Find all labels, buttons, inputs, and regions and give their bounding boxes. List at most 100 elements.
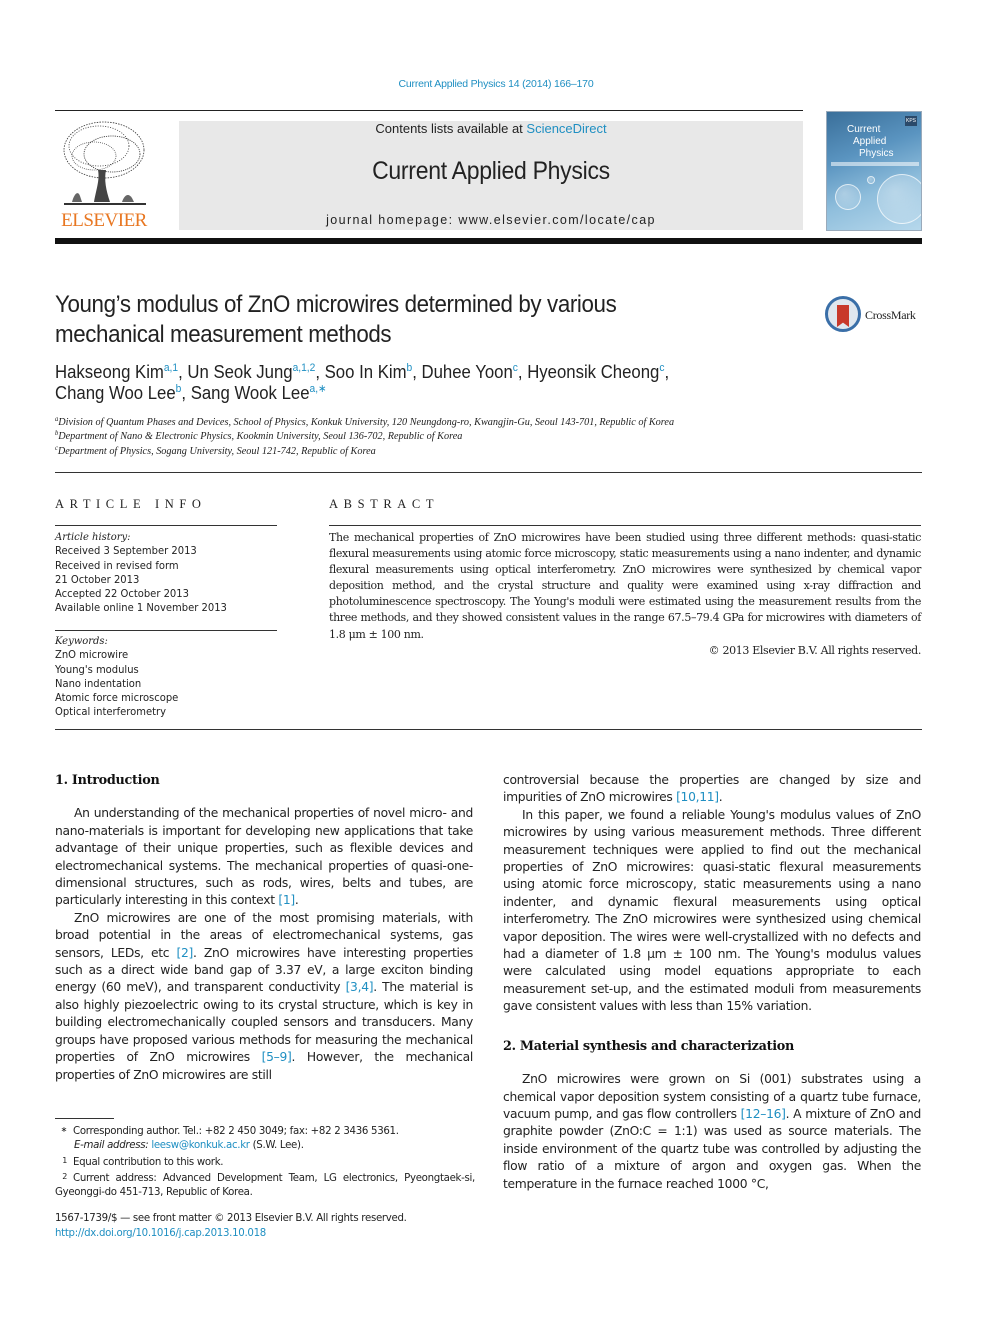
- journal-homepage[interactable]: journal homepage: www.elsevier.com/locat…: [179, 213, 803, 227]
- author-affil-link[interactable]: a,1,2: [293, 362, 316, 374]
- separator: ,: [664, 362, 670, 382]
- author-affil-link[interactable]: a,∗: [310, 383, 327, 395]
- author-line: Chang Woo Leeb, Sang Wook Leea,∗: [55, 383, 762, 404]
- header-thick-rule: [55, 238, 922, 244]
- abstract: The mechanical properties of ZnO microwi…: [329, 530, 921, 659]
- article-info-heading: ARTICLE INFO: [55, 497, 207, 511]
- paragraph: controversial because the properties are…: [503, 772, 921, 807]
- contents-prefix: Contents lists available at: [375, 121, 527, 136]
- elsevier-tree-icon: [63, 121, 146, 205]
- cover-badge: KPS: [905, 116, 917, 126]
- header-rule: [55, 110, 803, 111]
- history-item: Accepted 22 October 2013: [55, 588, 189, 601]
- separator: ,: [178, 362, 188, 382]
- divider: [55, 729, 922, 730]
- author-name[interactable]: Hyeonsik Cheong: [527, 362, 659, 382]
- footnote-corresponding: ∗ Corresponding author. Tel.: +82 2 450 3…: [55, 1123, 475, 1139]
- affiliation-text: Department of Nano & Electronic Physics,…: [58, 430, 463, 442]
- divider: [55, 525, 277, 526]
- sciencedirect-link[interactable]: ScienceDirect: [526, 121, 606, 136]
- abstract-body: The mechanical properties of ZnO microwi…: [329, 531, 921, 641]
- title-line: Young’s modulus of ZnO microwires determ…: [55, 291, 617, 318]
- paragraph: In this paper, we found a reliable Young…: [503, 807, 921, 1014]
- divider: [329, 525, 921, 526]
- author-name[interactable]: Chang Woo Lee: [55, 383, 176, 403]
- history-item: Available online 1 November 2013: [55, 602, 227, 615]
- affiliation: cDepartment of Physics, Sogang Universit…: [55, 445, 376, 458]
- crossmark-label: CrossMark: [865, 308, 916, 322]
- journal-citation[interactable]: Current Applied Physics 14 (2014) 166–17…: [0, 78, 992, 90]
- elsevier-logo[interactable]: ELSEVIER: [54, 118, 154, 232]
- footnote-symbol: 2: [62, 1171, 67, 1181]
- footnote-text: Current address: Advanced Development Te…: [55, 1172, 475, 1199]
- issn-line: 1567-1739/$ — see front matter © 2013 El…: [55, 1213, 407, 1224]
- reference-link[interactable]: [3,4]: [346, 980, 374, 994]
- separator: ,: [181, 383, 191, 403]
- email-label: E-mail address:: [74, 1140, 152, 1152]
- email-link[interactable]: leesw@konkuk.ac.kr: [151, 1140, 250, 1151]
- paragraph: ZnO microwires are one of the most promi…: [55, 910, 473, 1084]
- author-name[interactable]: Soo In Kim: [325, 362, 407, 382]
- author-line: Hakseong Kima,1, Un Seok Junga,1,2, Soo …: [55, 362, 762, 383]
- section-heading-synthesis: 2. Material synthesis and characterizati…: [503, 1038, 795, 1054]
- footnotes: ∗ Corresponding author. Tel.: +82 2 450 3…: [55, 1123, 475, 1200]
- history-label: Article history:: [55, 531, 131, 543]
- keyword: Nano indentation: [55, 677, 142, 690]
- keywords-label: Keywords:: [55, 635, 108, 647]
- author-name[interactable]: Duhee Yoon: [422, 362, 513, 382]
- keyword: ZnO microwire: [55, 649, 129, 662]
- doi-link[interactable]: http://dx.doi.org/10.1016/j.cap.2013.10.…: [55, 1228, 266, 1239]
- reference-link[interactable]: [5–9]: [262, 1050, 292, 1064]
- cover-bubble: [867, 176, 875, 184]
- keywords: Keywords: ZnO microwire Young's modulus …: [55, 634, 277, 720]
- paragraph-text: .: [718, 790, 723, 805]
- footnote-2: 2 Current address: Advanced Development T…: [55, 1170, 475, 1201]
- contents-line: Contents lists available at ScienceDirec…: [179, 121, 803, 136]
- history-item: 21 October 2013: [55, 573, 140, 586]
- author-affil-link[interactable]: a,1: [164, 362, 178, 374]
- footnote-1: 1 Equal contribution to this work.: [55, 1154, 475, 1170]
- journal-name: Current Applied Physics: [372, 157, 610, 185]
- reference-link[interactable]: [10,11]: [676, 790, 719, 804]
- footnote-text: Corresponding author. Tel.: +82 2 450 30…: [73, 1126, 399, 1137]
- divider: [55, 630, 277, 631]
- body-left-column: 1. Introduction An understanding of the …: [55, 772, 473, 1084]
- separator: ,: [315, 362, 325, 382]
- title-line: mechanical measurement methods: [55, 321, 392, 348]
- body-right-column: controversial because the properties are…: [503, 772, 921, 1193]
- journal-cover-image[interactable]: KPS Current Applied Physics: [826, 111, 922, 231]
- divider: [55, 472, 922, 473]
- affiliation-text: Division of Quantum Phases and Devices, …: [58, 416, 675, 428]
- affiliation-text: Department of Physics, Sogang University…: [57, 445, 376, 457]
- affiliation: bDepartment of Nano & Electronic Physics…: [55, 430, 463, 443]
- cover-title-line: Physics: [859, 148, 894, 159]
- keyword: Young's modulus: [55, 663, 139, 676]
- reference-link[interactable]: [1]: [278, 893, 295, 907]
- affiliation: aDivision of Quantum Phases and Devices,…: [55, 416, 675, 429]
- reference-link[interactable]: [12–16]: [741, 1107, 786, 1121]
- issn-block: 1567-1739/$ — see front matter © 2013 El…: [55, 1212, 475, 1241]
- crossmark-icon: [825, 296, 861, 332]
- author-name[interactable]: Un Seok Jung: [187, 362, 292, 382]
- separator: ,: [412, 362, 422, 382]
- footnote-text: (S.W. Lee).: [249, 1140, 304, 1152]
- abstract-copyright: © 2013 Elsevier B.V. All rights reserved…: [708, 643, 922, 657]
- footnote-symbol: 1: [62, 1155, 67, 1165]
- article-title: Young’s modulus of ZnO microwires determ…: [55, 290, 743, 350]
- footnote-text: Equal contribution to this work.: [73, 1156, 224, 1168]
- keyword: Atomic force microscope: [55, 692, 179, 705]
- cover-subtitle-bar: [831, 162, 919, 166]
- footnote-symbol: ∗: [60, 1125, 68, 1134]
- footnote-email: E-mail address: leesw@konkuk.ac.kr (S.W.…: [55, 1139, 475, 1153]
- author-name[interactable]: Sang Wook Lee: [191, 383, 310, 403]
- paragraph-text: .: [294, 893, 299, 908]
- paragraph-text: An understanding of the mechanical prope…: [55, 806, 473, 908]
- elsevier-wordmark: ELSEVIER: [61, 210, 147, 231]
- crossmark-button[interactable]: CrossMark: [825, 296, 925, 334]
- cover-bubble: [877, 174, 921, 224]
- author-name[interactable]: Hakseong Kim: [55, 362, 164, 382]
- reference-link[interactable]: [2]: [176, 946, 193, 960]
- cover-title-line: Current: [847, 124, 881, 135]
- history-item: Received 3 September 2013: [55, 545, 197, 558]
- cover-title: Current Applied Physics: [847, 124, 893, 160]
